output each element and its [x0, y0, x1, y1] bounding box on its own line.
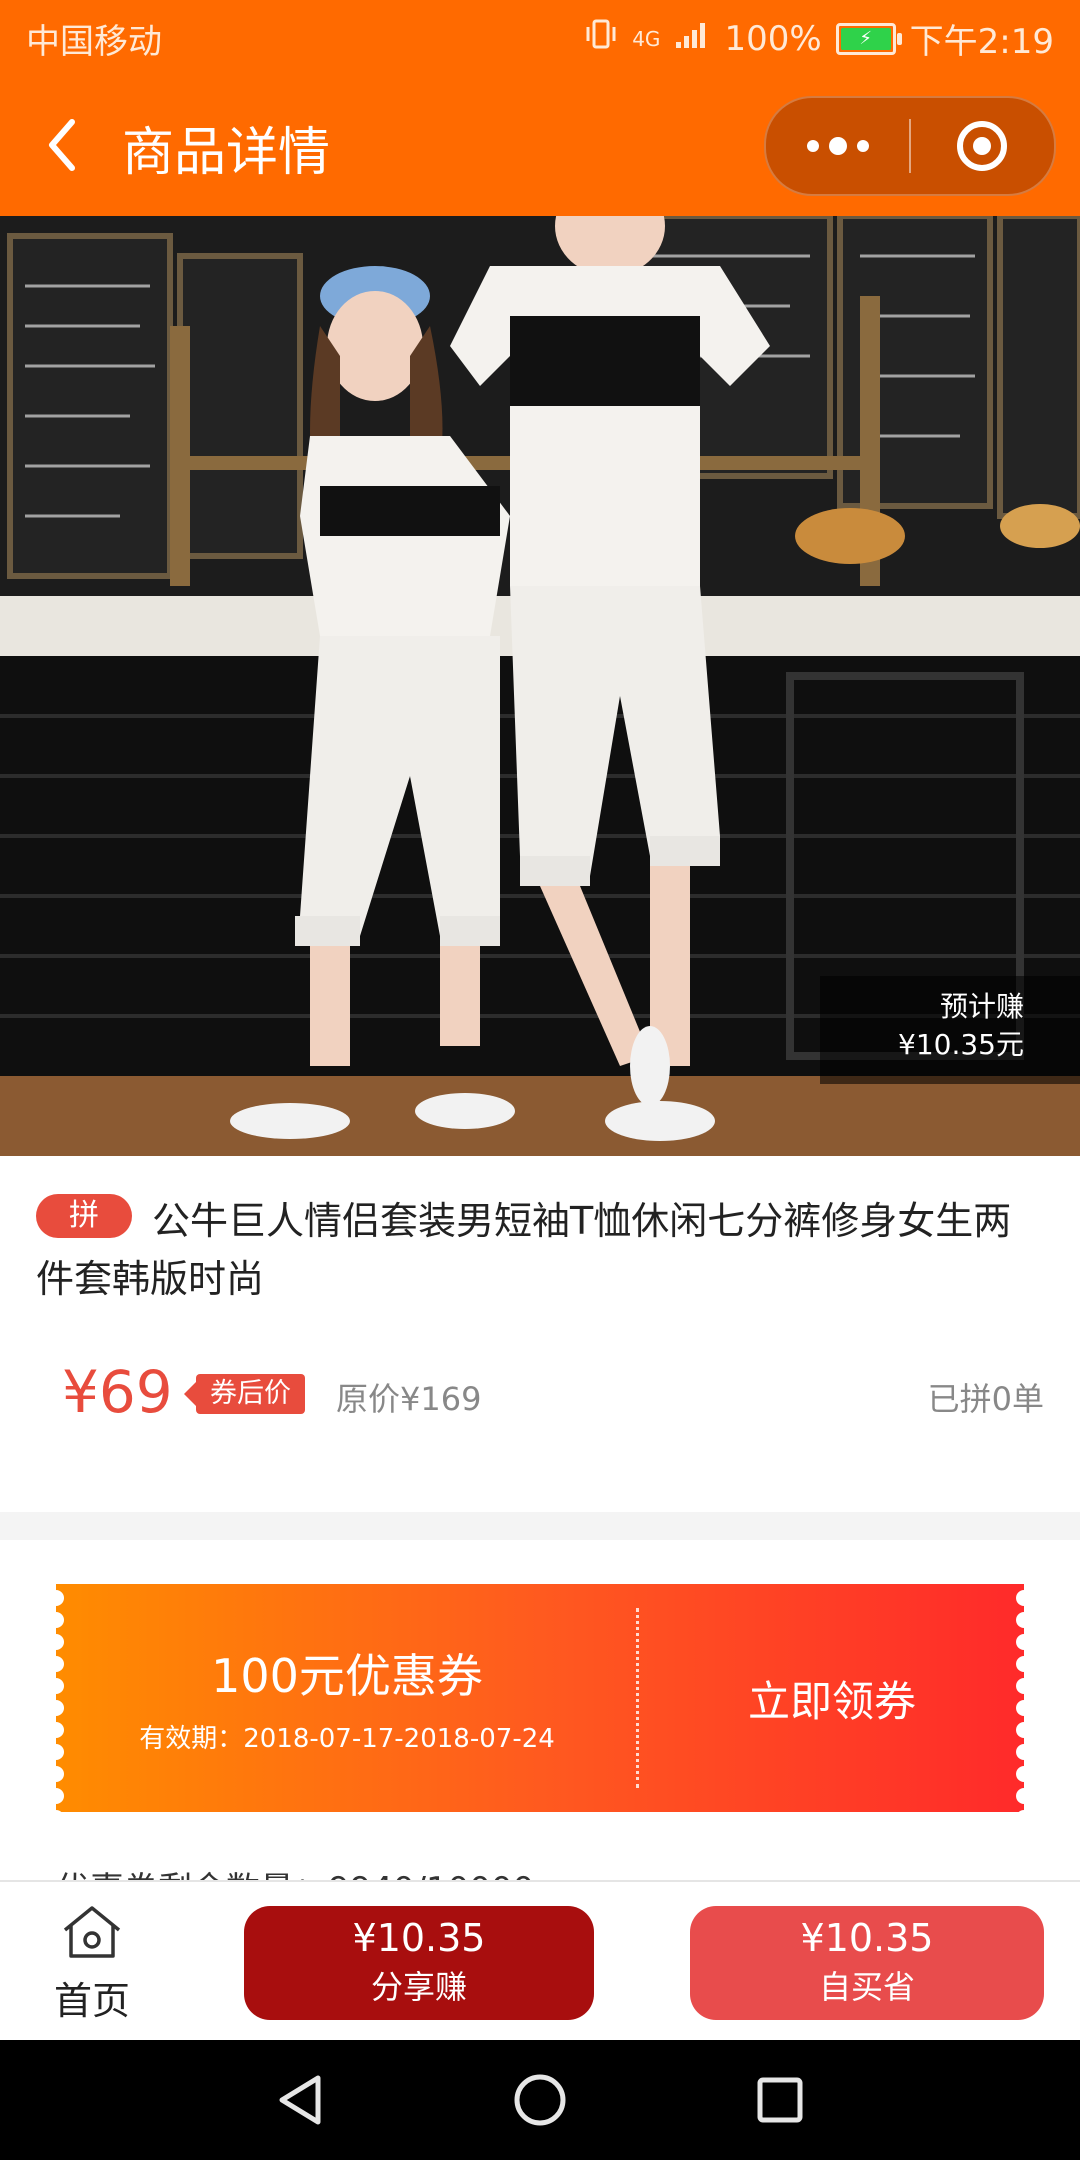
earning-label: 预计赚	[939, 990, 1024, 1023]
vibrate-icon	[584, 17, 618, 60]
product-title: 公牛巨人情侣套装男短袖T恤休闲七分裤修身女生两件套韩版时尚	[36, 1199, 1012, 1301]
estimated-earning-badge: 预计赚 ¥10.35元	[820, 976, 1080, 1084]
system-nav-bar	[0, 2040, 1080, 2160]
claim-coupon-button[interactable]: 立即领券	[640, 1584, 1024, 1812]
battery-percent: 100%	[724, 18, 822, 59]
buy-label: 自买省	[818, 1968, 915, 2006]
coupon-price-tag: 券后价	[184, 1374, 305, 1414]
page-title: 商品详情	[122, 123, 331, 183]
coupon-title: 100元优惠券	[211, 1649, 483, 1703]
original-price: 原价¥169	[336, 1380, 482, 1418]
self-buy-button[interactable]: ¥10.35 自买省	[690, 1906, 1044, 2020]
chevron-left-icon	[49, 119, 75, 171]
share-value: ¥10.35	[352, 1916, 486, 1960]
coupon-info: 100元优惠券 有效期：2018-07-17-2018-07-24	[56, 1584, 638, 1812]
earning-value: ¥10.35元	[898, 1028, 1024, 1061]
coupon-divider	[636, 1608, 639, 1788]
clock: 下午2:19	[909, 22, 1054, 62]
sold-count: 已拼0单	[927, 1380, 1044, 1418]
status-icons: 4G 100% ⚡ 下午2:19	[584, 14, 1054, 63]
nav-back-icon[interactable]	[279, 2075, 321, 2125]
current-price: ¥69	[62, 1358, 173, 1426]
section-divider	[0, 1512, 1080, 1540]
nav-home-icon[interactable]	[514, 2074, 566, 2126]
carrier-label: 中国移动	[26, 22, 162, 62]
battery-icon: ⚡	[835, 22, 902, 55]
coupon-card[interactable]: 100元优惠券 有效期：2018-07-17-2018-07-24 立即领券	[56, 1584, 1024, 1812]
group-buy-tag: 拼	[36, 1194, 132, 1238]
home-icon	[63, 1906, 121, 1958]
close-button[interactable]	[911, 98, 1054, 194]
more-button[interactable]	[766, 98, 909, 194]
home-label: 首页	[53, 1979, 130, 2023]
more-dots-icon	[806, 137, 869, 155]
share-earn-button[interactable]: ¥10.35 分享赚	[244, 1906, 594, 2020]
buy-value: ¥10.35	[800, 1916, 934, 1960]
home-button[interactable]: 首页	[36, 1898, 148, 2028]
coupon-validity: 有效期：2018-07-17-2018-07-24	[139, 1724, 555, 1754]
back-button[interactable]	[38, 112, 90, 178]
status-bar: 中国移动 4G 100% ⚡ 下午2:19	[0, 0, 1080, 74]
signal-icon	[674, 19, 710, 59]
mini-program-capsule	[764, 96, 1056, 196]
share-label: 分享赚	[370, 1968, 467, 2006]
nav-recents-icon[interactable]	[757, 2077, 803, 2123]
network-label: 4G	[632, 26, 661, 51]
target-circle-icon	[957, 121, 1008, 171]
